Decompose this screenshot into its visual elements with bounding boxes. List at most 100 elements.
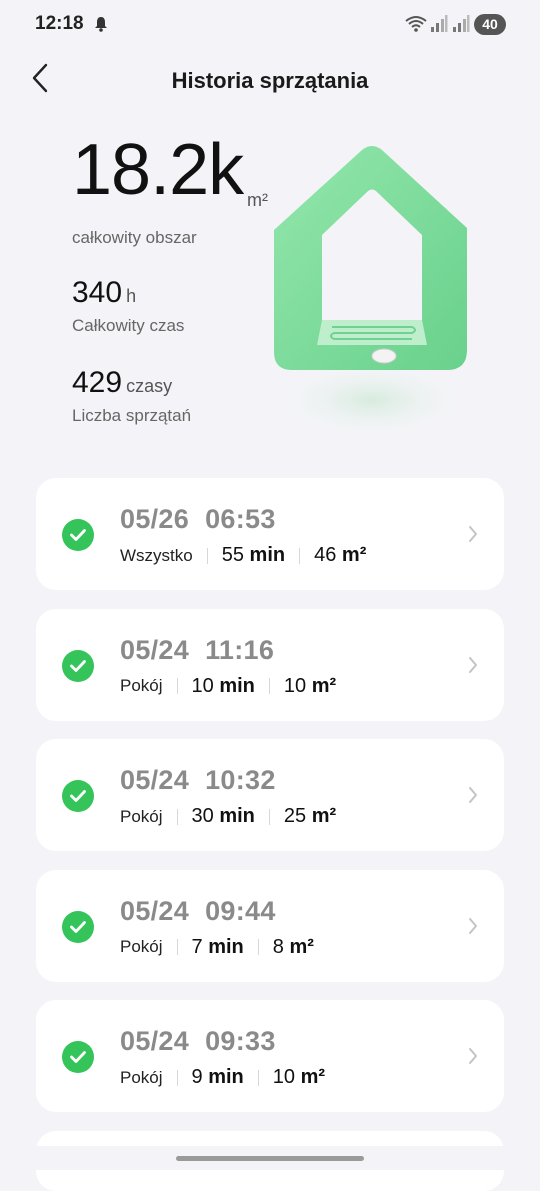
session-datetime: 05/24 10:32 [120,765,276,796]
session-area: 10 m² [273,1066,325,1089]
session-area-value: 8 [272,935,284,958]
signal-icon [430,15,448,38]
session-area: 46 m² [314,544,366,567]
session-mode: Pokój [120,676,163,695]
divider [299,547,301,564]
house-illustration [262,140,482,445]
session-area: 10 m² [284,675,336,698]
divider [206,547,208,564]
session-date: 05/24 [120,895,190,926]
session-card[interactable]: 05/26 06:53 Wszystko 55 min 46 m² [36,478,504,590]
session-card[interactable]: 05/24 10:32 Pokój 30 min 25 m² [36,739,504,851]
clean-count-label: Liczba sprzątań [72,406,192,425]
session-time: 06:53 [205,504,276,534]
divider [176,678,178,694]
page-title: Historia sprzątania [171,68,369,93]
session-time: 10:32 [205,765,276,795]
total-area-label: całkowity obszar [72,228,197,247]
divider [268,808,270,825]
bell-icon [94,16,108,37]
divider [176,808,178,825]
clean-count-unit: czasy [126,376,173,396]
session-datetime: 05/24 09:33 [120,1026,276,1057]
session-duration: 10 min [192,675,255,698]
session-duration-value: 30 [191,805,214,827]
session-duration-unit: min [219,805,255,827]
total-time-unit: h [126,286,137,306]
session-area: 8 m² [273,936,314,959]
session-duration-value: 9 [191,1066,203,1088]
check-circle-icon [62,519,94,551]
total-time-label: Całkowity czas [72,316,185,335]
session-card[interactable]: 05/24 09:44 Pokój 7 min 8 m² [36,869,504,982]
header: Historia sprzątania [0,56,540,106]
session-duration-unit: min [219,674,255,697]
check-circle-icon [62,649,94,682]
session-datetime: 05/24 09:44 [120,896,276,927]
session-date: 05/24 [120,634,190,665]
chevron-right-icon [468,1047,478,1070]
check-circle-icon [62,780,94,812]
chevron-right-icon [468,786,478,809]
clean-count-value: 429 [72,366,123,399]
session-details: Pokój 30 min 25 m² [120,805,336,828]
total-area-value: 18.2k [72,130,244,210]
session-card[interactable]: 05/24 11:16 Pokój 10 min 10 m² [36,608,504,721]
chevron-right-icon [468,917,478,940]
session-duration-unit: min [208,1066,244,1088]
session-date: 05/26 [120,504,190,534]
total-time-value: 340 [72,276,123,309]
session-datetime: 05/26 06:53 [120,504,276,535]
status-bar: 12:18 40 [0,0,540,48]
session-duration: 30 min [192,805,255,828]
session-datetime: 05/24 11:16 [120,635,274,666]
divider [257,1069,259,1086]
session-area-unit: m² [311,674,337,697]
divider [176,1069,178,1086]
session-area-unit: m² [289,935,314,958]
session-area-value: 10 [272,1066,296,1088]
session-date: 05/24 [120,765,190,795]
session-time: 09:44 [205,895,276,926]
session-time: 09:33 [205,1026,276,1056]
session-duration-unit: min [249,544,286,566]
divider [268,678,270,694]
session-area-unit: m² [311,805,337,827]
chevron-right-icon [468,525,478,548]
session-mode: Wszystko [120,545,193,565]
session-area-value: 10 [283,674,307,697]
session-mode: Pokój [120,806,163,826]
session-details: Wszystko 55 min 46 m² [120,544,366,567]
session-duration: 55 min [222,544,285,567]
session-date: 05/24 [120,1026,190,1056]
home-indicator[interactable] [176,1156,364,1161]
session-duration: 7 min [192,936,244,959]
signal-icon [452,15,470,38]
session-time: 11:16 [205,634,275,665]
session-duration-unit: min [208,935,244,958]
session-duration-value: 7 [191,935,203,958]
wifi-icon [405,15,427,38]
session-area-unit: m² [300,1066,326,1088]
session-duration: 9 min [192,1066,244,1089]
summary-stats: 18.2k m² całkowity obszar 340 h Całkowity… [72,130,268,426]
session-mode: Pokój [120,1067,163,1087]
divider [176,939,178,955]
session-area: 25 m² [284,805,336,828]
session-area-unit: m² [341,544,367,566]
session-details: Pokój 9 min 10 m² [120,1066,325,1089]
session-area-value: 25 [283,805,307,827]
battery-indicator: 40 [474,14,506,35]
check-circle-icon [62,910,94,943]
session-area-value: 46 [314,544,337,566]
session-details: Pokój 7 min 8 m² [120,936,314,959]
session-duration-value: 55 [221,544,244,566]
session-details: Pokój 10 min 10 m² [120,675,336,698]
session-duration-value: 10 [191,674,214,697]
session-card[interactable]: 05/24 09:33 Pokój 9 min 10 m² [36,1000,504,1112]
chevron-right-icon [468,656,478,679]
divider [257,939,259,955]
status-time: 12:18 [35,13,84,34]
session-mode: Pokój [120,937,163,956]
check-circle-icon [62,1041,94,1073]
